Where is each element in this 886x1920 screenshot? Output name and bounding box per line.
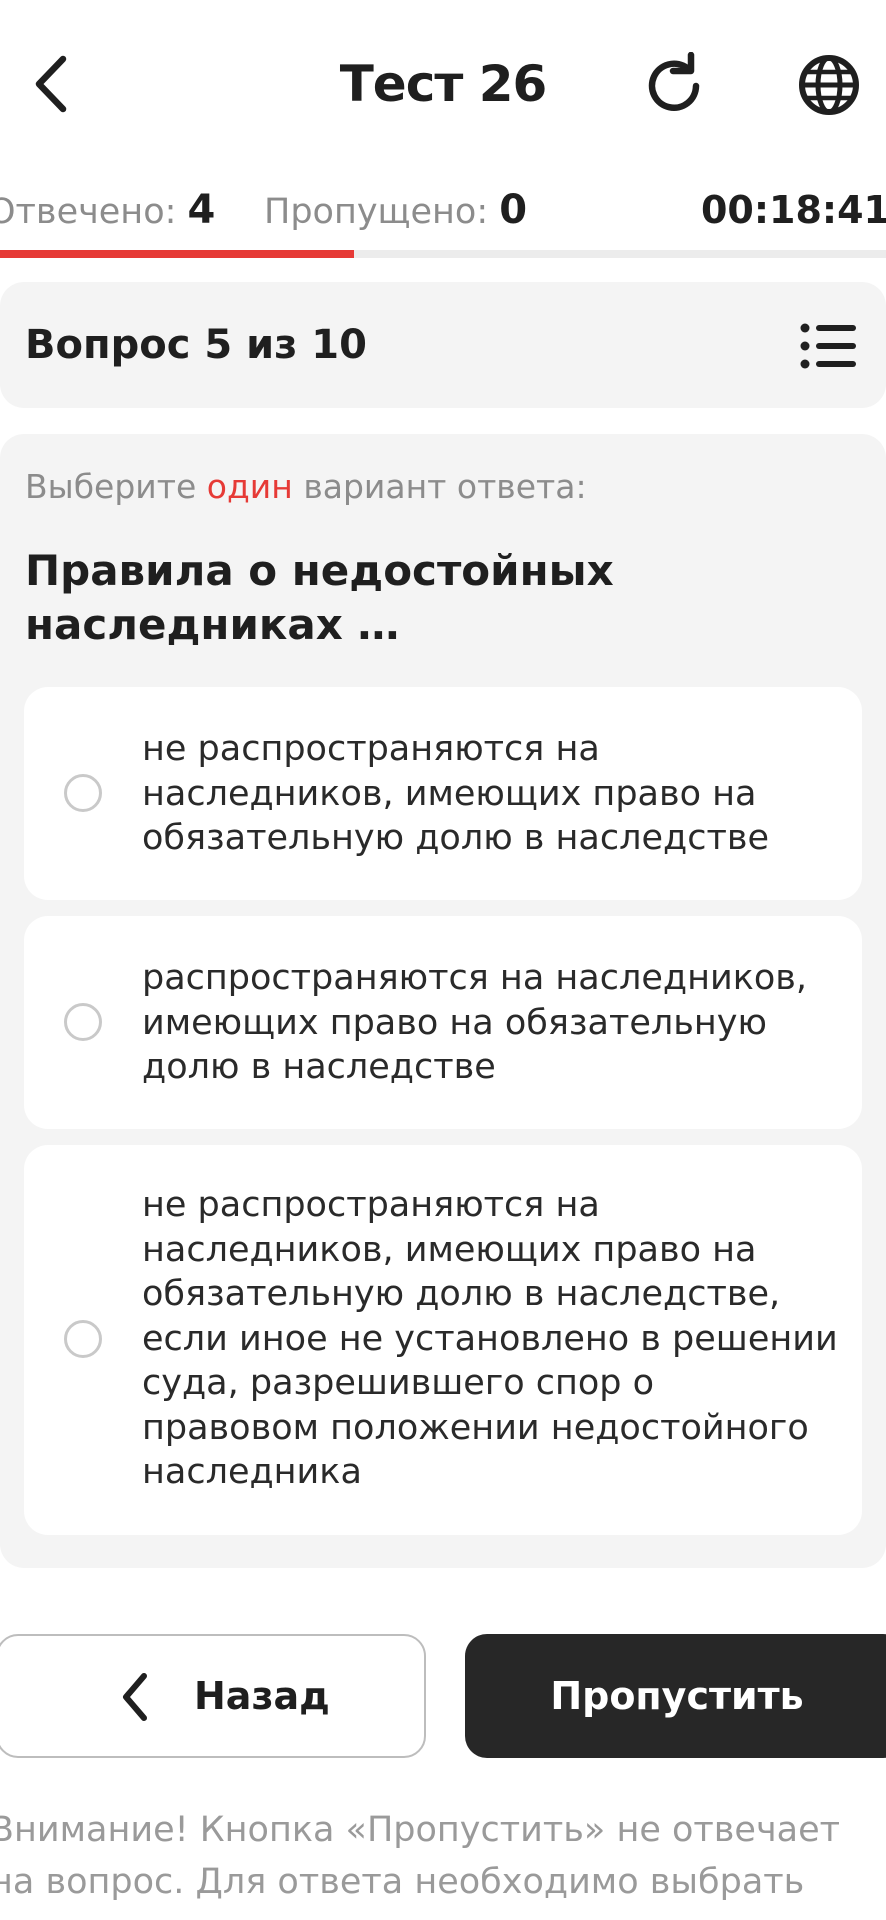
test-stats: Отвечено: 4 Пропущено: 0 00:18:41 [0, 182, 886, 238]
instruction-text-end: вариант ответа: [303, 467, 587, 506]
answer-instruction: Выберите один вариант ответа: [25, 462, 587, 512]
answered-count: 4 [187, 187, 216, 233]
answered-label: Отвечено: [0, 192, 177, 232]
list-icon[interactable] [800, 322, 858, 370]
question-counter: Вопрос 5 из 10 [25, 322, 367, 368]
back-icon[interactable] [22, 48, 80, 120]
answer-option-label: не распространяются на наследников, имею… [142, 729, 770, 858]
radio-button[interactable] [64, 1320, 102, 1358]
skipped-stat: Пропущено: 0 [264, 182, 527, 240]
instruction-text-start: Выберите [25, 467, 197, 506]
skip-button[interactable]: Пропустить [465, 1634, 886, 1758]
warning-line: на вопрос. Для ответа необходимо выбрать [0, 1862, 805, 1902]
question-counter-bar: Вопрос 5 из 10 [0, 282, 886, 408]
page-title: Тест 26 [339, 55, 548, 113]
answer-option[interactable]: не распространяются на наследников, имею… [24, 1145, 862, 1535]
answer-option[interactable]: распространяются на наследников, имеющих… [24, 916, 862, 1129]
answer-option-label: не распространяются на наследников, имею… [142, 1185, 838, 1492]
chevron-left-icon [123, 1673, 147, 1721]
warning-line: Внимание! Кнопка «Пропустить» не отвечае… [0, 1810, 840, 1850]
progress-bar-fill [0, 250, 354, 258]
app-header: Тест 26 [0, 0, 886, 165]
instruction-accent: один [206, 467, 293, 506]
progress-bar [0, 250, 886, 258]
skip-warning: Внимание! Кнопка «Пропустить» не отвечае… [0, 1804, 886, 1908]
skip-button-label: Пропустить [550, 1674, 804, 1718]
back-button[interactable]: Назад [0, 1634, 426, 1758]
skipped-count: 0 [499, 187, 528, 233]
answer-option[interactable]: не распространяются на наследников, имею… [24, 687, 862, 900]
skipped-label: Пропущено: [264, 192, 489, 232]
answer-option-label: распространяются на наследников, имеющих… [142, 958, 807, 1087]
reload-icon[interactable] [636, 48, 712, 124]
timer: 00:18:41 [700, 188, 886, 232]
back-button-label: Назад [194, 1674, 330, 1718]
question-text: Правила о недостойных наследниках … [25, 546, 614, 649]
globe-icon[interactable] [794, 50, 864, 120]
radio-button[interactable] [64, 774, 102, 812]
answered-stat: Отвечено: 4 [0, 182, 215, 240]
radio-button[interactable] [64, 1003, 102, 1041]
